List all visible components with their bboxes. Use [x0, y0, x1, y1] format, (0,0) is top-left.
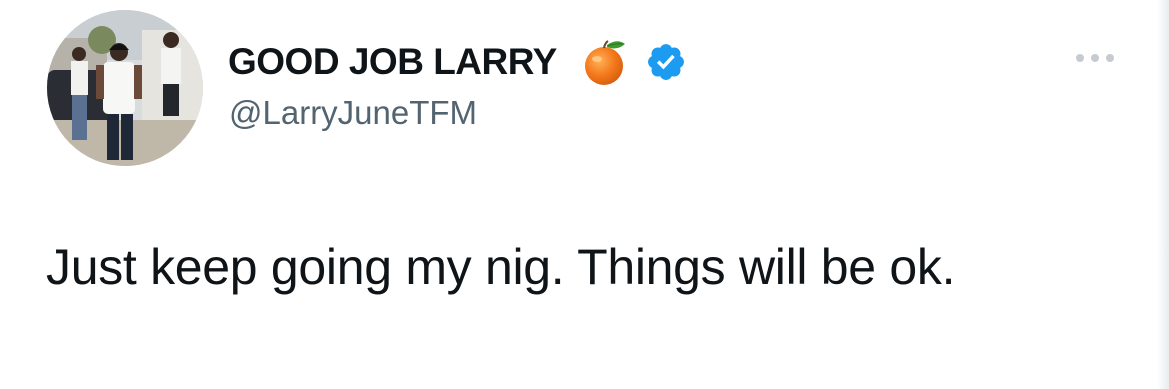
author-avatar[interactable]: [47, 10, 203, 166]
author-name-row: GOOD JOB LARRY: [228, 38, 687, 86]
orange-emoji-icon: [579, 36, 631, 88]
more-options-icon[interactable]: [1072, 46, 1118, 70]
tweet-card: GOOD JOB LARRY @LarryJuneTFM Just keep g…: [0, 0, 1169, 389]
verified-badge-icon: [645, 41, 687, 83]
display-name[interactable]: GOOD JOB LARRY: [228, 41, 557, 83]
avatar-photo: [47, 10, 203, 166]
tweet-text: Just keep going my nig. Things will be o…: [46, 239, 956, 295]
author-handle[interactable]: @LarryJuneTFM: [229, 94, 477, 132]
card-edge: [1157, 0, 1169, 389]
